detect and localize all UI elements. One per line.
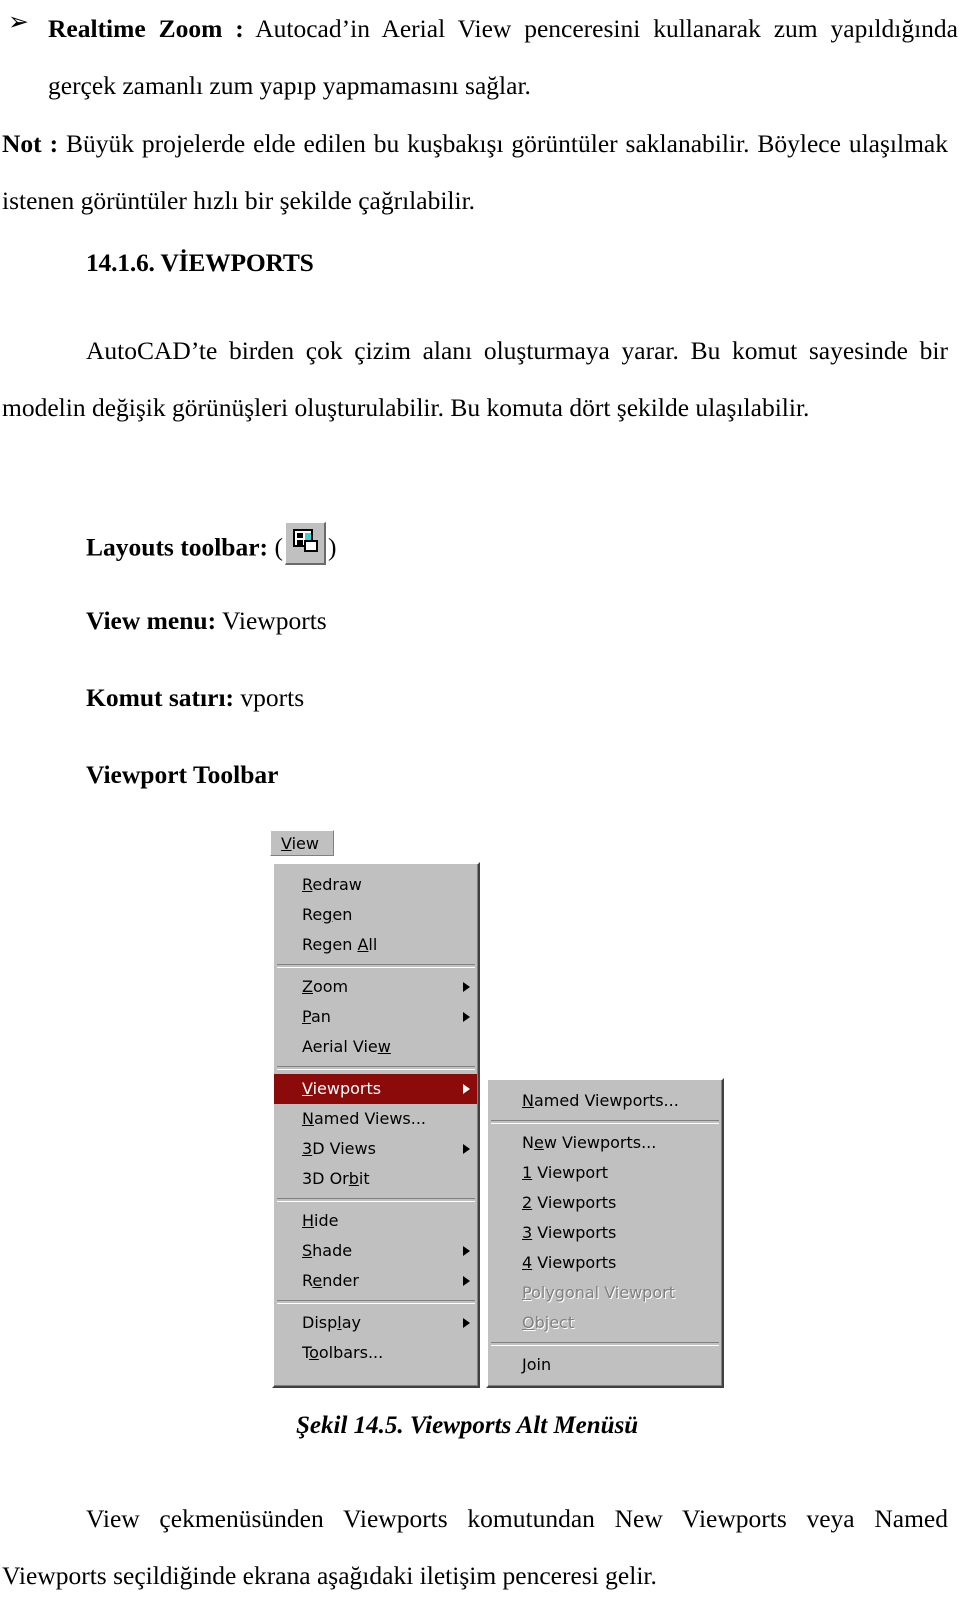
menu-item-label: 2 Viewports [522, 1193, 617, 1212]
viewports-submenu[interactable]: Named Viewports... New Viewports... 1 View… [486, 1078, 724, 1388]
menu-item-label: Shade [302, 1241, 353, 1260]
menu-separator [277, 1066, 475, 1070]
menu-item-label: 3D Views [302, 1139, 376, 1158]
menu-item-label: Polygonal Viewport [522, 1283, 675, 1302]
viewports-submenu-item-3-viewports[interactable]: 3 Viewports [488, 1218, 722, 1248]
view-menu-item-aerial-view[interactable]: Aerial View [274, 1032, 478, 1062]
view-menu-item-3d-orbit[interactable]: 3D Orbit [274, 1164, 478, 1194]
viewports-submenu-item-1-viewport[interactable]: 1 Viewport [488, 1158, 722, 1188]
figure-caption: Şekil 14.5. Viewports Alt Menüsü [296, 1412, 639, 1439]
menu-separator [491, 1120, 719, 1124]
submenu-arrow-icon [463, 1318, 470, 1328]
menu-item-label: Pan [302, 1007, 331, 1026]
menu-item-label: Hide [302, 1211, 339, 1230]
menu-item-label: Named Views... [302, 1109, 427, 1128]
viewports-submenu-item-new-viewports[interactable]: New Viewports... [488, 1128, 722, 1158]
view-menu-item-pan[interactable]: Pan [274, 1002, 478, 1032]
viewports-submenu-item-polygonal-viewport: Polygonal Viewport [488, 1278, 722, 1308]
menu-item-label: Zoom [302, 977, 349, 996]
menu-item-label: 4 Viewports [522, 1253, 617, 1272]
view-menu-item-redraw[interactable]: Redraw [274, 870, 478, 900]
menu-item-label: Redraw [302, 875, 362, 894]
submenu-arrow-icon [463, 982, 470, 992]
submenu-arrow-icon [463, 1012, 470, 1022]
menu-screenshot: View Redraw Regen Regen All Zoom Pan Aerial V… [0, 0, 960, 1591]
menubar-view-button[interactable]: View [270, 830, 334, 856]
view-menu-item-zoom[interactable]: Zoom [274, 972, 478, 1002]
viewports-submenu-item-join[interactable]: Join [488, 1350, 722, 1380]
menu-item-label: Display [302, 1313, 361, 1332]
view-menu-item-shade[interactable]: Shade [274, 1236, 478, 1266]
view-dropdown-menu[interactable]: Redraw Regen Regen All Zoom Pan Aerial View Vi… [272, 862, 480, 1388]
view-menu-item-regen-all[interactable]: Regen All [274, 930, 478, 960]
menu-item-label: 1 Viewport [522, 1163, 609, 1182]
viewports-submenu-item-list: Named Viewports... New Viewports... 1 View… [488, 1086, 722, 1380]
menu-item-label: Join [522, 1355, 552, 1374]
viewports-submenu-item-4-viewports[interactable]: 4 Viewports [488, 1248, 722, 1278]
menu-item-label: Named Viewports... [522, 1091, 679, 1110]
menu-item-label: Viewports [302, 1079, 382, 1098]
submenu-arrow-icon [463, 1276, 470, 1286]
menu-item-label: Aerial View [302, 1037, 391, 1056]
menu-item-label: Object [522, 1313, 575, 1332]
menu-separator [277, 964, 475, 968]
view-menu-item-viewports[interactable]: Viewports [274, 1074, 478, 1104]
submenu-arrow-icon [463, 1084, 470, 1094]
viewports-submenu-item-named-viewports[interactable]: Named Viewports... [488, 1086, 722, 1116]
closing-paragraph: View çekmenüsünden Viewports komutundan … [2, 1504, 948, 1590]
view-menu-item-regen[interactable]: Regen [274, 900, 478, 930]
view-menu-item-list: Redraw Regen Regen All Zoom Pan Aerial View Vi… [274, 870, 478, 1368]
menu-item-label: Toolbars... [302, 1343, 384, 1362]
menu-item-label: Render [302, 1271, 359, 1290]
view-menu-item-toolbars[interactable]: Toolbars... [274, 1338, 478, 1368]
menu-item-label: 3D Orbit [302, 1169, 370, 1188]
viewports-submenu-item-2-viewports[interactable]: 2 Viewports [488, 1188, 722, 1218]
menu-item-label: Regen All [302, 935, 378, 954]
view-menu-item-named-views[interactable]: Named Views... [274, 1104, 478, 1134]
view-menu-item-render[interactable]: Render [274, 1266, 478, 1296]
viewports-submenu-item-object: Object [488, 1308, 722, 1338]
menu-item-label: Regen [302, 905, 353, 924]
submenu-arrow-icon [463, 1246, 470, 1256]
view-menu-item-display[interactable]: Display [274, 1308, 478, 1338]
view-menu-item-hide[interactable]: Hide [274, 1206, 478, 1236]
view-menu-item-3d-views[interactable]: 3D Views [274, 1134, 478, 1164]
menu-separator [491, 1342, 719, 1346]
menubar-view-label: View [281, 834, 319, 853]
menu-separator [277, 1198, 475, 1202]
menu-item-label: 3 Viewports [522, 1223, 617, 1242]
menu-separator [277, 1300, 475, 1304]
menu-item-label: New Viewports... [522, 1133, 657, 1152]
submenu-arrow-icon [463, 1144, 470, 1154]
